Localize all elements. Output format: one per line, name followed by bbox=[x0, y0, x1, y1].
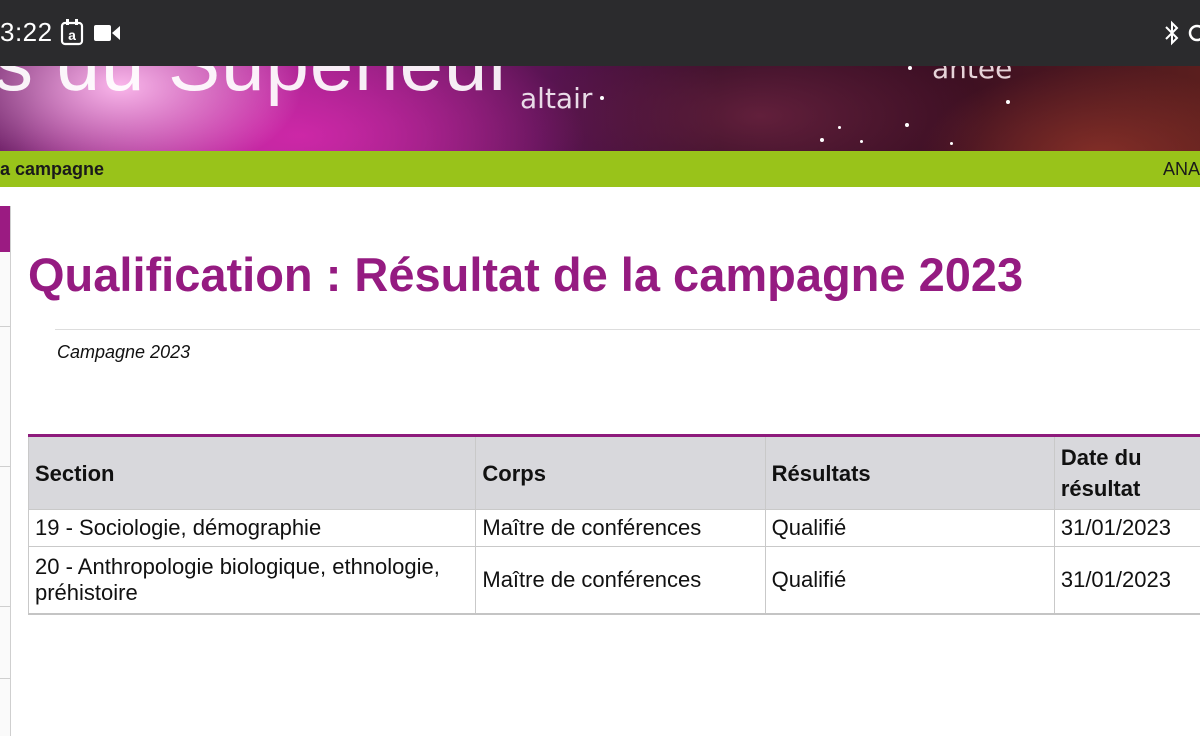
banner-logo-altair: altair bbox=[520, 82, 593, 115]
sidebar-divider bbox=[0, 466, 10, 467]
star bbox=[905, 123, 909, 127]
amazon-app-icon: a bbox=[60, 18, 84, 51]
star bbox=[820, 138, 824, 142]
cell-date: 31/01/2023 bbox=[1053, 509, 1200, 547]
star bbox=[600, 96, 604, 100]
cell-section: 19 - Sociologie, démographie bbox=[27, 509, 477, 547]
site-banner: s du Supérieur altair antée bbox=[0, 66, 1200, 151]
svg-text:a: a bbox=[68, 27, 76, 43]
star bbox=[950, 142, 953, 145]
table-row: 19 - Sociologie, démographie Maître de c… bbox=[27, 509, 1200, 547]
sidebar-divider bbox=[0, 606, 10, 607]
status-bar: 3:22 a bbox=[0, 0, 1200, 66]
title-divider bbox=[55, 329, 1200, 330]
column-header-section: Section bbox=[27, 435, 477, 510]
status-time: 3:22 bbox=[0, 17, 53, 47]
star bbox=[908, 66, 912, 70]
sidebar-menu bbox=[0, 206, 11, 736]
star bbox=[1006, 100, 1010, 104]
star bbox=[838, 126, 841, 129]
bluetooth-icon bbox=[1162, 20, 1182, 51]
cell-section: 20 - Anthropologie biologique, ethnologi… bbox=[27, 546, 477, 615]
table-header-row: Section Corps Résultats Date du résultat bbox=[27, 435, 1200, 510]
cell-date: 31/01/2023 bbox=[1053, 546, 1200, 615]
banner-right-text: antée bbox=[932, 66, 1013, 85]
column-header-resultats: Résultats bbox=[764, 435, 1055, 510]
cell-corps: Maître de conférences bbox=[475, 509, 766, 547]
nav-bar: a campagne ANA bbox=[0, 151, 1200, 187]
sidebar-divider bbox=[0, 326, 10, 327]
column-header-corps: Corps bbox=[475, 435, 766, 510]
sidebar-divider bbox=[0, 678, 10, 679]
campaign-subtitle: Campagne 2023 bbox=[57, 342, 191, 362]
signal-icon bbox=[1188, 24, 1200, 47]
cell-resultat: Qualifié bbox=[764, 509, 1055, 547]
nav-link-ana[interactable]: ANA bbox=[1163, 159, 1200, 180]
cell-corps: Maître de conférences bbox=[475, 546, 766, 615]
column-header-date: Date du résultat bbox=[1053, 435, 1200, 510]
video-camera-icon bbox=[94, 24, 120, 47]
table-row: 20 - Anthropologie biologique, ethnologi… bbox=[27, 546, 1200, 615]
page-title: Qualification : Résultat de la campagne … bbox=[28, 248, 1024, 301]
nav-link-campagne[interactable]: a campagne bbox=[0, 159, 104, 180]
sidebar-active-item[interactable] bbox=[0, 206, 10, 252]
results-table: Section Corps Résultats Date du résultat… bbox=[27, 434, 1200, 615]
banner-title: s du Supérieur bbox=[0, 66, 515, 109]
star bbox=[860, 140, 863, 143]
cell-resultat: Qualifié bbox=[764, 546, 1055, 615]
